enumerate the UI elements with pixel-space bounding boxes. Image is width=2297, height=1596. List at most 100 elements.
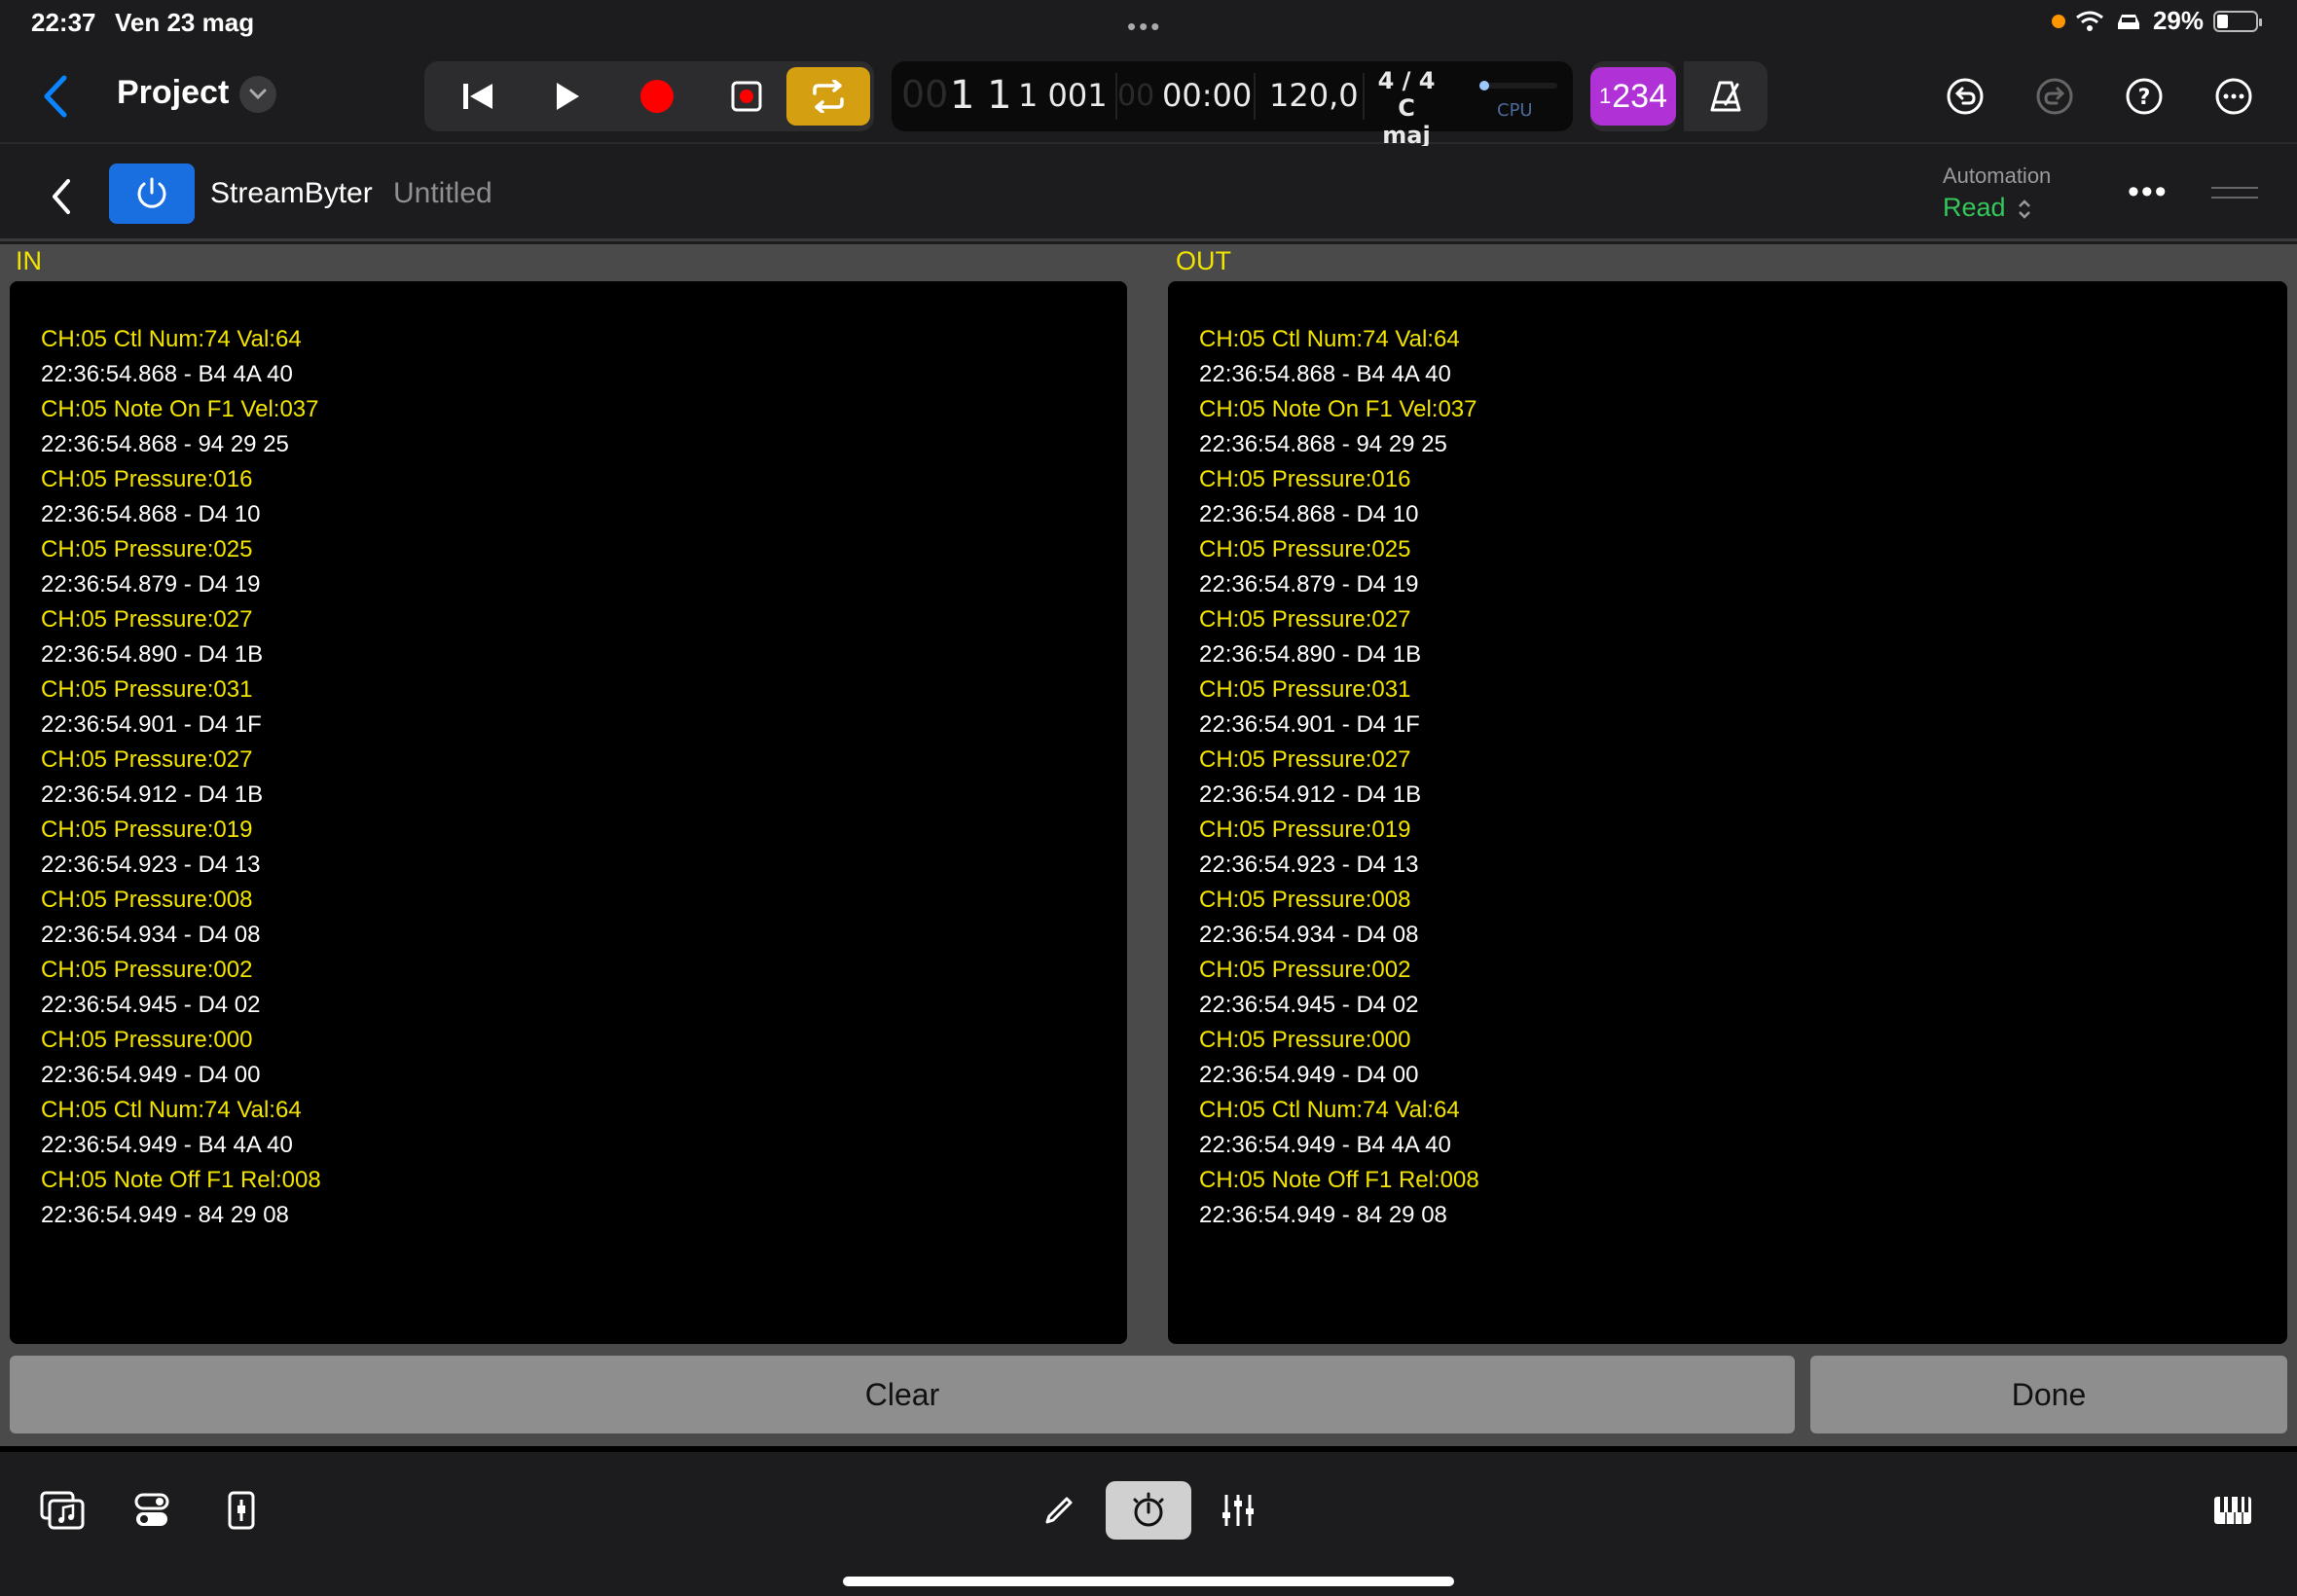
time-signature: 4 / 4 [1377, 67, 1436, 94]
preset-name[interactable]: Untitled [393, 177, 492, 210]
orange-dot [2051, 14, 2065, 28]
metronome-button[interactable] [1684, 61, 1768, 131]
out-log-event: CH:05 Ctl Num:74 Val:64 [1199, 326, 1460, 352]
out-log-event: CH:05 Pressure:000 [1199, 1027, 1411, 1053]
in-log-raw: 22:36:54.868 - 94 29 25 [41, 431, 289, 457]
project-title[interactable]: Project [117, 74, 229, 112]
out-log-raw: 22:36:54.949 - B4 4A 40 [1199, 1132, 1451, 1158]
inspector-button[interactable] [212, 1481, 271, 1540]
chevron-down-icon [249, 89, 267, 100]
plugin-power-button[interactable] [109, 163, 195, 224]
out-log-raw: 22:36:54.868 - B4 4A 40 [1199, 361, 1451, 387]
out-log-raw: 22:36:54.901 - D4 1F [1199, 711, 1420, 738]
record-button[interactable] [615, 67, 699, 126]
svg-text:?: ? [2138, 86, 2151, 110]
lcd-tempo: 120,0 [1269, 77, 1359, 114]
in-log-raw: 22:36:54.949 - 84 29 08 [41, 1202, 289, 1228]
count-in-large: 234 [1612, 77, 1667, 115]
out-log-raw: 22:36:54.912 - D4 1B [1199, 781, 1422, 808]
help-button[interactable]: ? [2120, 72, 2169, 121]
back-chevron-icon[interactable] [37, 72, 76, 121]
out-log-event: CH:05 Pressure:016 [1199, 466, 1411, 492]
out-log-raw: 22:36:54.923 - D4 13 [1199, 852, 1419, 878]
out-log-raw: 22:36:54.868 - 94 29 25 [1199, 431, 1447, 457]
count-in-button[interactable]: 1 234 [1590, 61, 1676, 131]
mixer-button[interactable] [1209, 1481, 1267, 1540]
undo-button[interactable] [1941, 72, 1989, 121]
plugin-back-chevron-icon[interactable] [47, 177, 76, 216]
in-log-event: CH:05 Pressure:008 [41, 887, 253, 913]
home-indicator[interactable] [843, 1577, 1454, 1586]
lcd-bars: 1 1 [950, 73, 1012, 118]
browser-button[interactable] [33, 1481, 91, 1540]
done-button[interactable]: Done [1810, 1356, 2287, 1433]
in-log-event: CH:05 Pressure:031 [41, 676, 253, 703]
out-log-event: CH:05 Pressure:027 [1199, 606, 1411, 633]
count-in-small: 1 [1599, 84, 1612, 108]
out-log-raw: 22:36:54.934 - D4 08 [1199, 922, 1419, 948]
browser-icon [40, 1491, 85, 1530]
in-log-event: CH:05 Pressure:027 [41, 746, 253, 773]
redo-icon [2036, 78, 2073, 115]
in-log-raw: 22:36:54.923 - D4 13 [41, 852, 261, 878]
more-button[interactable] [2209, 72, 2258, 121]
in-log-raw: 22:36:54.912 - D4 1B [41, 781, 264, 808]
status-indicators: 29% [2051, 6, 2262, 36]
lcd-ticks-dim: 00 [1117, 79, 1155, 113]
out-log-raw: 22:36:54.945 - D4 02 [1199, 992, 1419, 1018]
more-icon [2215, 78, 2252, 115]
plugin-more-button[interactable]: ••• [2128, 173, 2169, 211]
in-log-pane[interactable]: CH:05 Ctl Num:74 Val:64 22:36:54.868 - B4… [10, 281, 1127, 1344]
cpu-bar [1479, 83, 1557, 89]
key-signature: C maj [1382, 94, 1431, 149]
lcd-time: 00:00 [1162, 77, 1253, 114]
in-log-raw: 22:36:54.901 - D4 1F [41, 711, 262, 738]
lcd-signature-key: 4 / 4 C maj [1370, 67, 1442, 149]
panel-drag-handle[interactable] [2211, 187, 2258, 199]
in-log-event: CH:05 Ctl Num:74 Val:64 [41, 1097, 302, 1123]
help-icon: ? [2126, 78, 2163, 115]
pencil-button[interactable] [1030, 1481, 1088, 1540]
out-log-event: CH:05 Pressure:002 [1199, 957, 1411, 983]
in-log-event: CH:05 Pressure:025 [41, 536, 253, 562]
out-log-raw: 22:36:54.949 - 84 29 08 [1199, 1202, 1447, 1228]
out-log-event: CH:05 Note Off F1 Rel:008 [1199, 1167, 1479, 1193]
lcd-ticks: 1 001 [1018, 77, 1108, 114]
lcd-display[interactable]: 00 1 1 1 001 00 00:00 120,0 4 / 4 C maj … [892, 61, 1573, 149]
out-log-event: CH:05 Pressure:031 [1199, 676, 1411, 703]
lcd-separator [1254, 73, 1256, 120]
go-to-start-button[interactable] [436, 67, 520, 126]
battery-fill [2217, 14, 2229, 28]
automation-mode-selector[interactable]: Read [1943, 193, 2032, 223]
smart-controls-button[interactable] [123, 1481, 181, 1540]
clear-button[interactable]: Clear [10, 1356, 1795, 1433]
capture-record-icon [731, 81, 762, 112]
in-log-raw: 22:36:54.890 - D4 1B [41, 641, 264, 668]
transport-controls [424, 61, 874, 131]
keyboard-button[interactable] [2204, 1481, 2262, 1540]
play-icon [557, 83, 579, 110]
in-log-event: CH:05 Pressure:019 [41, 816, 253, 843]
pencil-icon [1045, 1497, 1073, 1524]
plugins-button[interactable] [1106, 1481, 1191, 1540]
redo-button[interactable] [2030, 72, 2079, 121]
multitasking-dots-icon[interactable]: ••• [1127, 12, 1162, 42]
go-to-start-icon [463, 84, 492, 109]
lcd-separator [1363, 73, 1365, 120]
out-log-event: CH:05 Note On F1 Vel:037 [1199, 396, 1477, 422]
play-button[interactable] [526, 67, 609, 126]
in-log-event: CH:05 Note On F1 Vel:037 [41, 396, 319, 422]
capture-record-button[interactable] [705, 67, 788, 126]
project-dropdown-button[interactable] [239, 76, 276, 113]
out-log-raw: 22:36:54.890 - D4 1B [1199, 641, 1422, 668]
in-log-raw: 22:36:54.949 - D4 00 [41, 1062, 261, 1088]
battery-percent: 29% [2152, 6, 2204, 35]
record-icon [640, 80, 674, 113]
in-log-raw: 22:36:54.868 - D4 10 [41, 501, 261, 527]
main-toolbar: Project 00 1 1 1 001 00 00:00 120,0 4 / … [0, 49, 2297, 149]
cycle-button[interactable] [786, 67, 870, 126]
in-log-event: CH:05 Pressure:027 [41, 606, 253, 633]
out-log-event: CH:05 Ctl Num:74 Val:64 [1199, 1097, 1460, 1123]
out-log-pane[interactable]: CH:05 Ctl Num:74 Val:64 22:36:54.868 - B4… [1168, 281, 2287, 1344]
out-log-event: CH:05 Pressure:027 [1199, 746, 1411, 773]
